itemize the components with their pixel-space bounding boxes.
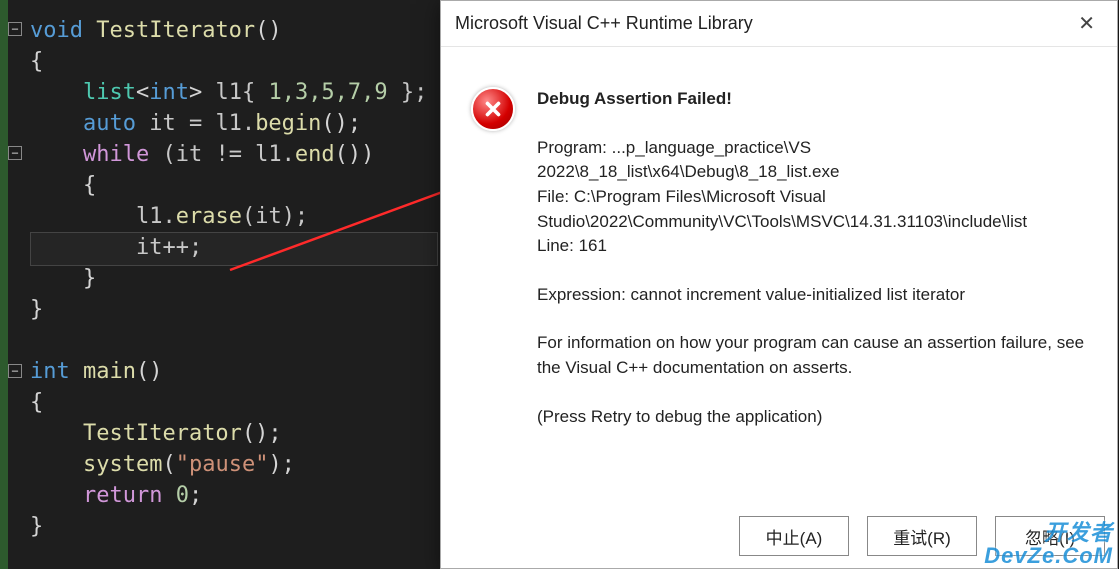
code-content[interactable]: void TestIterator() { list<int> l1{ 1,3,… [30, 15, 427, 542]
watermark-line2: DevZe.CoM [984, 544, 1113, 567]
dialog-title: Microsoft Visual C++ Runtime Library [455, 13, 1070, 34]
var: l1{ [202, 80, 268, 105]
method: erase [176, 204, 242, 229]
watermark-line1: 开发者 [984, 521, 1113, 544]
brace: { [30, 46, 427, 77]
brace: { [30, 387, 427, 418]
text: ()) [335, 142, 375, 167]
function-name: TestIterator [96, 18, 255, 43]
number: 0 [162, 483, 189, 508]
fold-icon[interactable]: − [8, 146, 22, 160]
keyword: return [83, 483, 162, 508]
error-line: Line: 161 [537, 236, 607, 255]
watermark: 开发者 DevZe.CoM [984, 521, 1113, 567]
fold-icon[interactable]: − [8, 364, 22, 378]
function-call: TestIterator [83, 421, 242, 446]
dialog-message: Debug Assertion Failed! Program: ...p_la… [537, 87, 1093, 453]
text: }; [388, 80, 428, 105]
retry-button[interactable]: 重试(R) [867, 516, 977, 556]
paren: ( [162, 452, 175, 477]
type: int [30, 359, 70, 384]
error-expression: Expression: cannot increment value-initi… [537, 283, 1093, 308]
var: l1. [136, 204, 176, 229]
close-icon[interactable]: ✕ [1070, 7, 1103, 40]
fold-gutter: − − − [8, 0, 30, 569]
brace: { [83, 173, 96, 198]
method: end [295, 142, 335, 167]
function-call: system [83, 452, 162, 477]
statement: it++; [136, 235, 202, 260]
method: begin [255, 111, 321, 136]
parens: () [255, 18, 282, 43]
text: (it != l1. [149, 142, 295, 167]
text: (); [242, 421, 282, 446]
string: "pause" [176, 452, 269, 477]
text: (it); [242, 204, 308, 229]
var: it = l1. [136, 111, 255, 136]
brace: } [30, 511, 427, 542]
retry-hint: (Press Retry to debug the application) [537, 405, 1093, 430]
semi: ; [189, 483, 202, 508]
keyword: void [30, 18, 83, 43]
brace: } [83, 266, 96, 291]
error-icon [471, 87, 515, 131]
dialog-titlebar[interactable]: Microsoft Visual C++ Runtime Library ✕ [441, 1, 1117, 47]
abort-button[interactable]: 中止(A) [739, 516, 849, 556]
text: (); [321, 111, 361, 136]
change-gutter [0, 0, 8, 569]
angle: < [136, 80, 149, 105]
function-name: main [83, 359, 136, 384]
keyword: while [83, 142, 149, 167]
type: list [83, 80, 136, 105]
angle: > [189, 80, 202, 105]
numbers: 1,3,5,7,9 [268, 80, 387, 105]
parens: () [136, 359, 163, 384]
keyword: auto [83, 111, 136, 136]
brace: } [30, 294, 427, 325]
type: int [149, 80, 189, 105]
error-file: File: C:\Program Files\Microsoft Visual … [537, 187, 1027, 231]
error-program: Program: ...p_language_practice\VS 2022\… [537, 138, 839, 182]
error-dialog: Microsoft Visual C++ Runtime Library ✕ D… [440, 0, 1118, 569]
error-heading: Debug Assertion Failed! [537, 87, 1093, 112]
error-info: For information on how your program can … [537, 331, 1093, 380]
fold-icon[interactable]: − [8, 22, 22, 36]
text: ); [268, 452, 295, 477]
